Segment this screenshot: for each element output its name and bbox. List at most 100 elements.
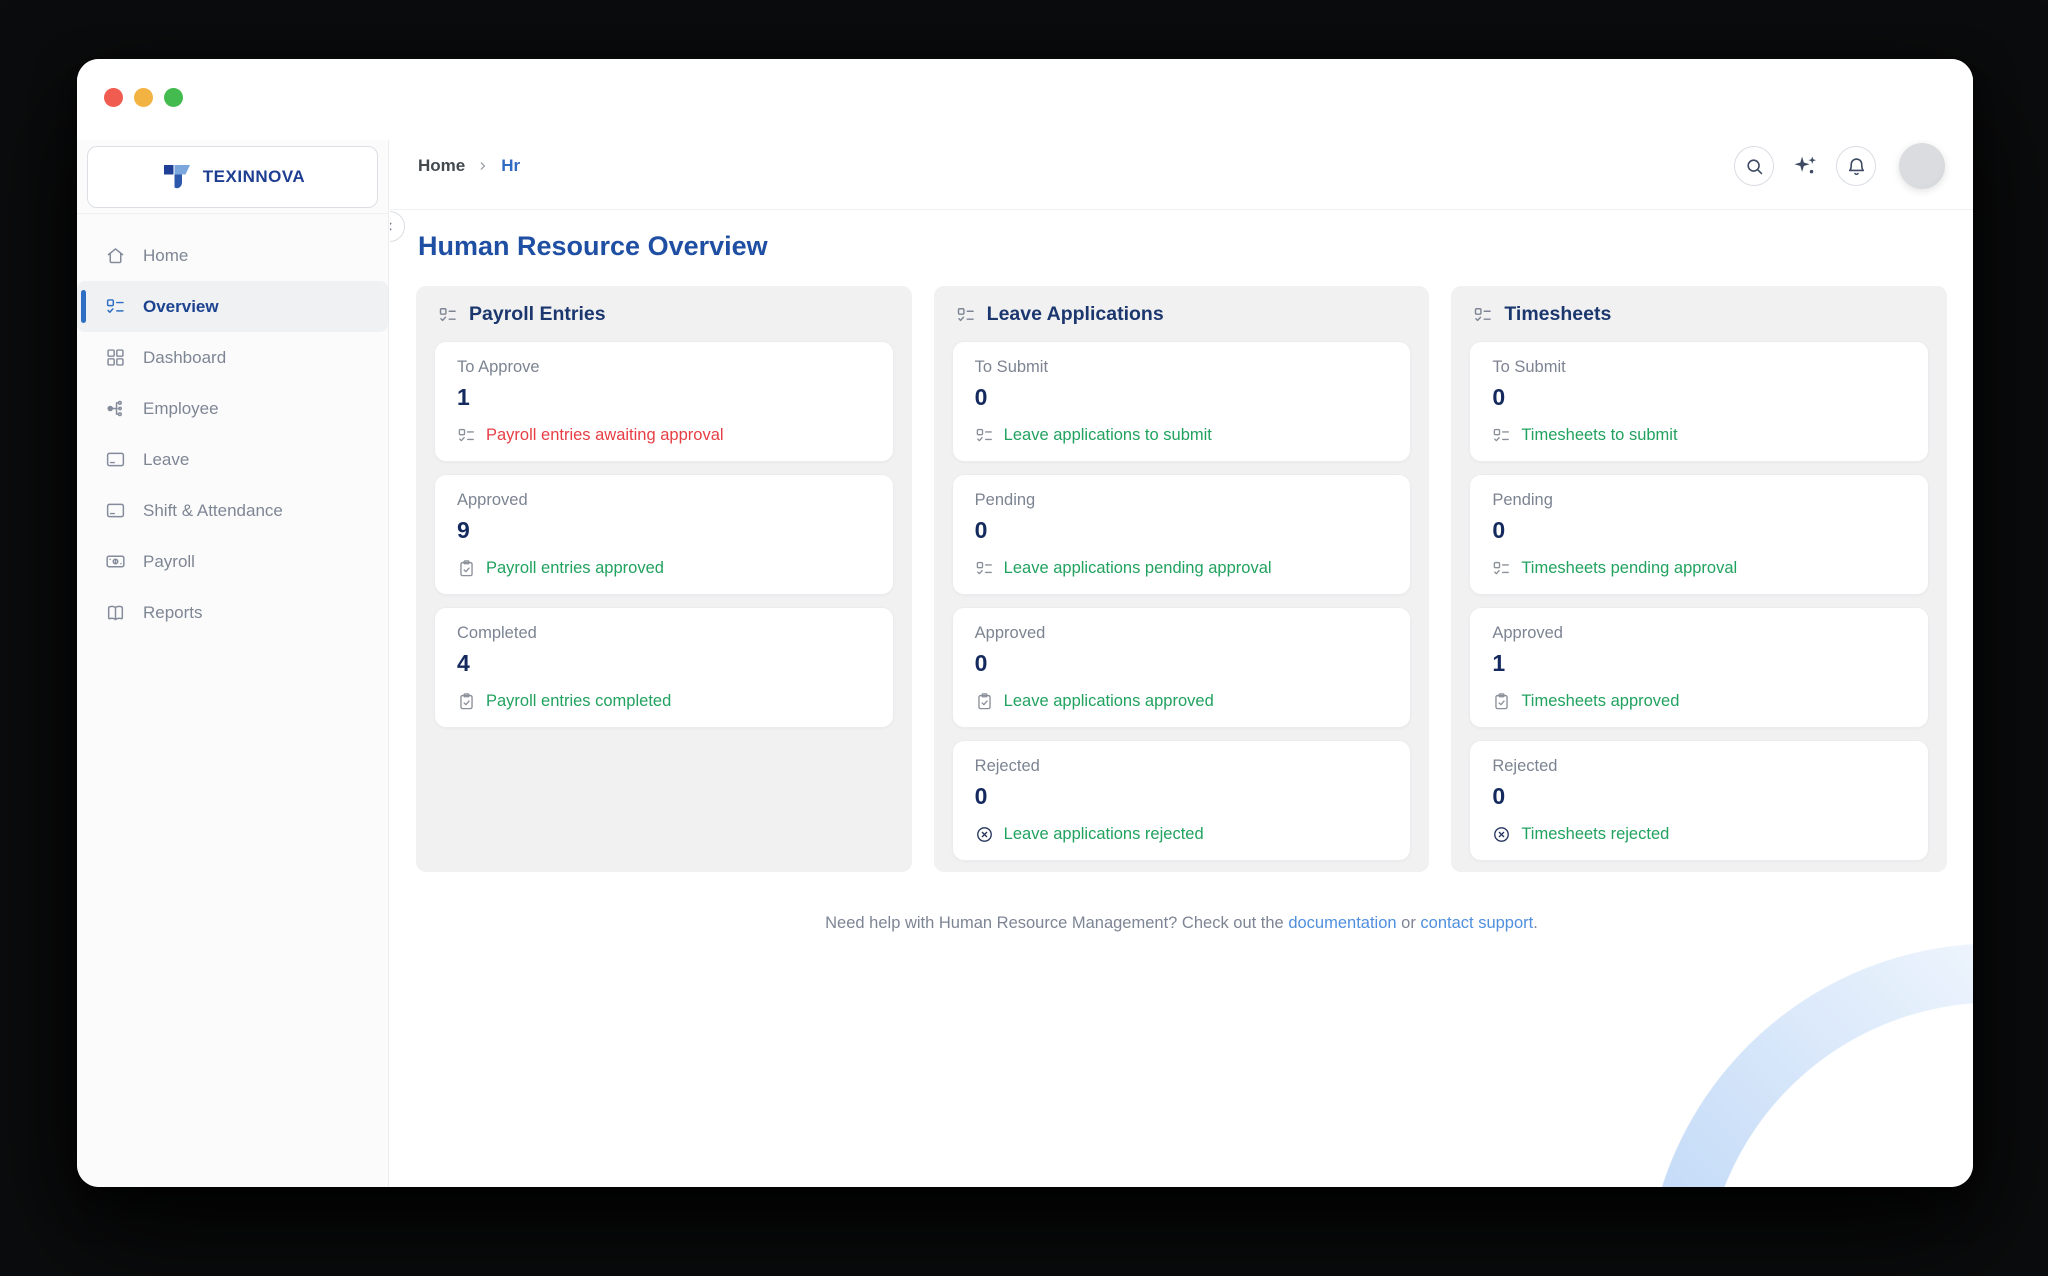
sidebar-item-label: Leave <box>143 450 189 470</box>
breadcrumb: Home Hr <box>418 156 520 176</box>
brand-logo[interactable]: TEXINNOVA <box>87 146 378 208</box>
sidebar-item-label: Home <box>143 246 188 266</box>
stat-link[interactable]: Timesheets to submit <box>1492 426 1906 445</box>
stat-card-body: To Submit 0 Timesheets to submit Pending… <box>1469 341 1929 861</box>
sidebar-item-dashboard[interactable]: Dashboard <box>77 332 388 383</box>
stat-link[interactable]: Payroll entries awaiting approval <box>457 426 871 445</box>
stat-label: To Submit <box>1492 358 1906 377</box>
stat-tile: Pending 0 Leave applications pending app… <box>952 474 1412 595</box>
circle-x-icon <box>975 825 994 844</box>
chevron-left-icon <box>390 219 397 234</box>
contact-support-link[interactable]: contact support <box>1420 914 1533 932</box>
sidebar-item-employee[interactable]: Employee <box>77 383 388 434</box>
card-icon <box>105 449 126 470</box>
checklist-icon <box>105 296 126 317</box>
sidebar: TEXINNOVA Home Overview Dashboard Employ… <box>77 140 389 1187</box>
search-button[interactable] <box>1734 146 1774 186</box>
documentation-link[interactable]: documentation <box>1288 914 1396 932</box>
stat-label: Approved <box>457 491 871 510</box>
stat-label: Completed <box>457 624 871 643</box>
stat-label: Pending <box>975 491 1389 510</box>
stat-label: To Approve <box>457 358 871 377</box>
close-window-button[interactable] <box>104 88 123 107</box>
stat-value: 0 <box>975 384 1389 411</box>
stat-card: Leave Applications To Submit 0 Leave app… <box>934 286 1430 872</box>
stat-tile: Rejected 0 Timesheets rejected <box>1469 740 1929 861</box>
help-text-period: . <box>1533 914 1538 932</box>
breadcrumb-home[interactable]: Home <box>418 156 465 176</box>
checklist-icon <box>975 559 994 578</box>
stat-link[interactable]: Leave applications approved <box>975 692 1389 711</box>
chevron-right-icon <box>476 159 490 173</box>
stat-link-label: Payroll entries completed <box>486 692 671 711</box>
search-icon <box>1744 156 1765 177</box>
stat-link-label: Leave applications rejected <box>1004 825 1204 844</box>
checklist-icon <box>975 426 994 445</box>
sidebar-item-label: Overview <box>143 297 219 317</box>
sidebar-item-leave[interactable]: Leave <box>77 434 388 485</box>
checklist-icon <box>1492 559 1511 578</box>
stat-link[interactable]: Leave applications pending approval <box>975 559 1389 578</box>
sidebar-item-overview[interactable]: Overview <box>77 281 388 332</box>
stat-card: Timesheets To Submit 0 Timesheets to sub… <box>1451 286 1947 872</box>
sidebar-item-shift-attendance[interactable]: Shift & Attendance <box>77 485 388 536</box>
stat-link[interactable]: Timesheets approved <box>1492 692 1906 711</box>
stat-link-label: Timesheets approved <box>1521 692 1679 711</box>
texinnova-logo-icon <box>160 160 194 194</box>
stat-link[interactable]: Timesheets rejected <box>1492 825 1906 844</box>
sidebar-nav: Home Overview Dashboard Employee Leave S… <box>77 214 388 638</box>
sidebar-item-label: Reports <box>143 603 203 623</box>
stat-link-label: Leave applications to submit <box>1004 426 1212 445</box>
grid-icon <box>105 347 126 368</box>
stat-link[interactable]: Leave applications to submit <box>975 426 1389 445</box>
main-area: Home Hr Human Resource Overview Payroll … <box>390 59 1973 1187</box>
sidebar-item-label: Dashboard <box>143 348 226 368</box>
stat-tile: To Approve 1 Payroll entries awaiting ap… <box>434 341 894 462</box>
sidebar-collapse-button[interactable] <box>390 211 405 242</box>
avatar[interactable] <box>1899 143 1945 189</box>
stat-value: 1 <box>1492 650 1906 677</box>
checklist-icon <box>1473 305 1493 325</box>
stat-link-label: Leave applications pending approval <box>1004 559 1272 578</box>
stat-card-header: Leave Applications <box>956 303 1408 326</box>
breadcrumb-current[interactable]: Hr <box>501 156 520 176</box>
stat-card: Payroll Entries To Approve 1 Payroll ent… <box>416 286 912 872</box>
stat-link-label: Timesheets to submit <box>1521 426 1677 445</box>
page-title: Human Resource Overview <box>418 230 1945 263</box>
app-window: TEXINNOVA Home Overview Dashboard Employ… <box>77 59 1973 1187</box>
stat-link-label: Leave applications approved <box>1004 692 1214 711</box>
home-icon <box>105 245 126 266</box>
stat-link[interactable]: Timesheets pending approval <box>1492 559 1906 578</box>
notifications-button[interactable] <box>1836 146 1876 186</box>
stat-link[interactable]: Payroll entries completed <box>457 692 871 711</box>
stat-link-label: Payroll entries approved <box>486 559 664 578</box>
checklist-icon <box>1492 426 1511 445</box>
stat-card-header: Timesheets <box>1473 303 1925 326</box>
help-text: Need help with Human Resource Management… <box>825 914 1288 932</box>
stat-card-body: To Approve 1 Payroll entries awaiting ap… <box>434 341 894 728</box>
sidebar-item-reports[interactable]: Reports <box>77 587 388 638</box>
checklist-icon <box>956 305 976 325</box>
stat-card-title: Payroll Entries <box>469 303 606 326</box>
stat-label: Rejected <box>975 757 1389 776</box>
stat-value: 0 <box>975 650 1389 677</box>
card-icon <box>105 500 126 521</box>
stat-card-title: Leave Applications <box>987 303 1164 326</box>
stat-label: Pending <box>1492 491 1906 510</box>
sidebar-item-home[interactable]: Home <box>77 230 388 281</box>
stat-value: 4 <box>457 650 871 677</box>
stat-tile: Pending 0 Timesheets pending approval <box>1469 474 1929 595</box>
minimize-window-button[interactable] <box>134 88 153 107</box>
sidebar-item-label: Employee <box>143 399 219 419</box>
stat-value: 0 <box>1492 783 1906 810</box>
stat-tile: Rejected 0 Leave applications rejected <box>952 740 1412 861</box>
sidebar-item-payroll[interactable]: Payroll <box>77 536 388 587</box>
stat-link[interactable]: Payroll entries approved <box>457 559 871 578</box>
stat-value: 9 <box>457 517 871 544</box>
stat-tile: Approved 1 Timesheets approved <box>1469 607 1929 728</box>
maximize-window-button[interactable] <box>164 88 183 107</box>
book-icon <box>105 602 126 623</box>
stat-card-body: To Submit 0 Leave applications to submit… <box>952 341 1412 861</box>
sparkles-icon[interactable] <box>1791 152 1819 180</box>
stat-link[interactable]: Leave applications rejected <box>975 825 1389 844</box>
